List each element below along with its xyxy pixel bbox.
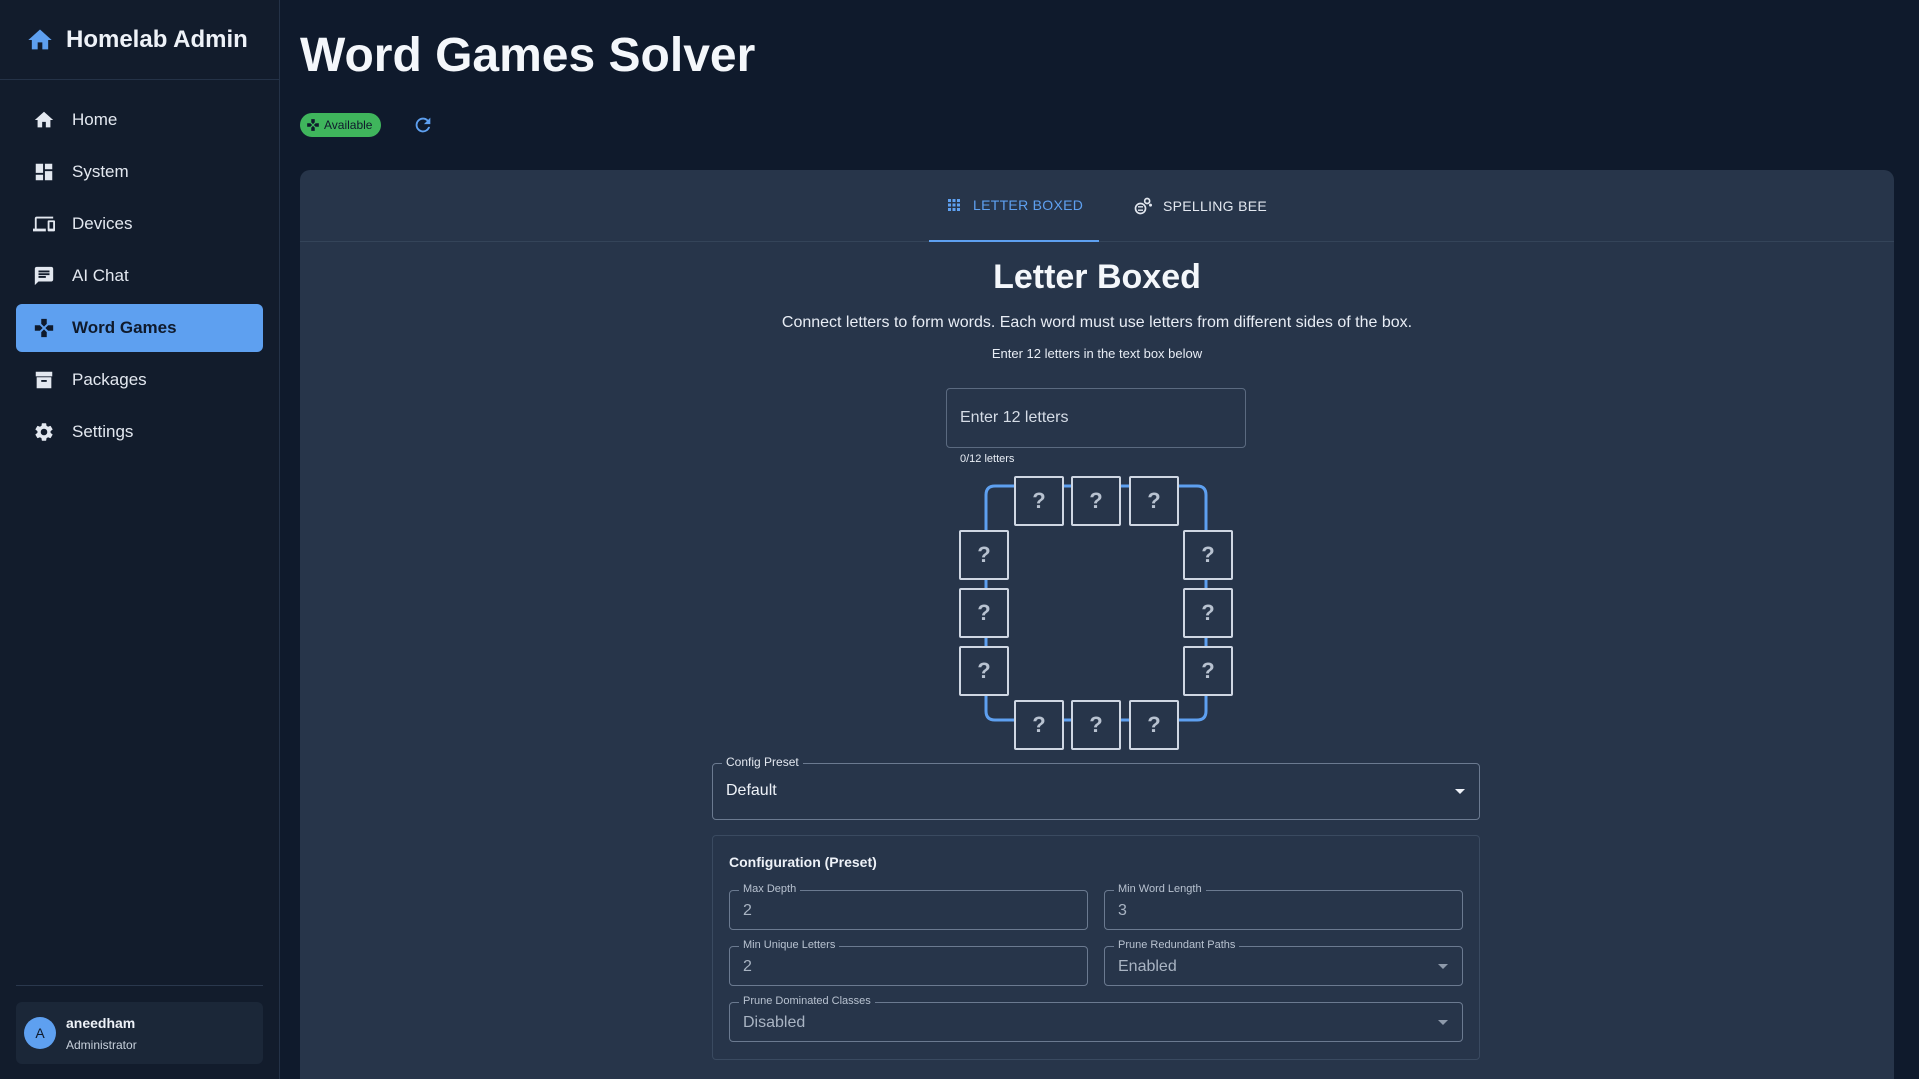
devices-icon — [32, 212, 56, 236]
brand-title: Homelab Admin — [66, 25, 248, 53]
configuration-panel: Configuration (Preset) Max Depth 2 Min W… — [712, 835, 1480, 1060]
letter-slot-bottom-3[interactable]: ? — [1129, 700, 1179, 750]
prune-dominated-classes-select[interactable]: Prune Dominated Classes Disabled — [729, 995, 1463, 1042]
field-value: 2 — [743, 958, 752, 975]
field-value: Enabled — [1118, 958, 1177, 975]
letter-box-frame — [984, 484, 1208, 722]
letter-slot-top-1[interactable]: ? — [1014, 476, 1064, 526]
letter-slot-top-3[interactable]: ? — [1129, 476, 1179, 526]
user-card[interactable]: A aneedham Administrator — [16, 1002, 263, 1064]
field-value: 2 — [743, 902, 752, 919]
field-value: Disabled — [743, 1014, 806, 1031]
letter-slot-right-3[interactable]: ? — [1183, 646, 1233, 696]
field-label: Prune Dominated Classes — [739, 995, 875, 1007]
config-preset-value: Default — [726, 782, 777, 799]
home-icon — [32, 108, 56, 132]
chevron-down-icon — [1455, 789, 1465, 794]
letter-slot-bottom-2[interactable]: ? — [1071, 700, 1121, 750]
sidebar-item-label: Devices — [72, 214, 133, 233]
field-label: Prune Redundant Paths — [1114, 939, 1240, 951]
min-word-length-field[interactable]: Min Word Length 3 — [1104, 883, 1463, 930]
sidebar-item-label: System — [72, 162, 129, 181]
letter-slot-right-1[interactable]: ? — [1183, 530, 1233, 580]
sidebar-divider — [16, 985, 263, 986]
letter-slot-bottom-1[interactable]: ? — [1014, 700, 1064, 750]
page-title: Word Games Solver — [300, 29, 756, 82]
chevron-down-icon — [1438, 964, 1448, 969]
config-preset-select[interactable]: Config Preset Default — [712, 755, 1480, 820]
archive-icon — [32, 368, 56, 392]
brand[interactable]: Homelab Admin — [0, 0, 279, 80]
min-unique-letters-field[interactable]: Min Unique Letters 2 — [729, 939, 1088, 986]
prune-redundant-paths-select[interactable]: Prune Redundant Paths Enabled — [1104, 939, 1463, 986]
sidebar-item-packages[interactable]: Packages — [16, 356, 263, 404]
field-label: Min Unique Letters — [739, 939, 840, 951]
user-role: Administrator — [66, 1037, 137, 1052]
field-label: Min Word Length — [1114, 883, 1206, 895]
sidebar: Homelab Admin Home System Devices AI Cha… — [0, 0, 280, 1079]
game-card: LETTER BOXED SPELLING BEE Letter Boxed C… — [300, 170, 1894, 1079]
home-icon — [28, 29, 52, 49]
status-badge: Available — [300, 113, 382, 137]
gamepad-icon — [32, 316, 56, 340]
letter-slot-top-2[interactable]: ? — [1071, 476, 1121, 526]
sidebar-item-label: Settings — [72, 422, 134, 441]
refresh-icon[interactable] — [412, 114, 434, 136]
max-depth-field[interactable]: Max Depth 2 — [729, 883, 1088, 930]
chevron-down-icon — [1438, 1020, 1448, 1025]
letter-slot-left-2[interactable]: ? — [959, 588, 1009, 638]
configuration-title: Configuration (Preset) — [729, 854, 877, 870]
letter-slot-left-1[interactable]: ? — [959, 530, 1009, 580]
sidebar-item-home[interactable]: Home — [16, 96, 263, 144]
dashboard-icon — [32, 160, 56, 184]
sidebar-item-word-games[interactable]: Word Games — [16, 304, 263, 352]
letter-slot-right-2[interactable]: ? — [1183, 588, 1233, 638]
chat-icon — [32, 264, 56, 288]
gamepad-icon — [307, 119, 319, 131]
sidebar-item-label: Packages — [72, 370, 147, 389]
field-value: 3 — [1118, 902, 1127, 919]
sidebar-item-settings[interactable]: Settings — [16, 408, 263, 456]
letter-slot-left-3[interactable]: ? — [959, 646, 1009, 696]
status-label: Available — [324, 118, 373, 132]
user-name: aneedham — [66, 1014, 136, 1031]
field-label: Max Depth — [739, 883, 801, 895]
sidebar-item-system[interactable]: System — [16, 148, 263, 196]
sidebar-item-devices[interactable]: Devices — [16, 200, 263, 248]
avatar: A — [24, 1017, 56, 1049]
sidebar-item-label: Home — [72, 110, 118, 129]
sidebar-nav: Home System Devices AI Chat Word Games P… — [0, 80, 279, 456]
sidebar-item-label: AI Chat — [72, 266, 129, 285]
config-preset-label: Config Preset — [722, 755, 803, 769]
sidebar-item-label: Word Games — [72, 318, 177, 337]
sidebar-item-ai-chat[interactable]: AI Chat — [16, 252, 263, 300]
gear-icon — [32, 420, 56, 444]
